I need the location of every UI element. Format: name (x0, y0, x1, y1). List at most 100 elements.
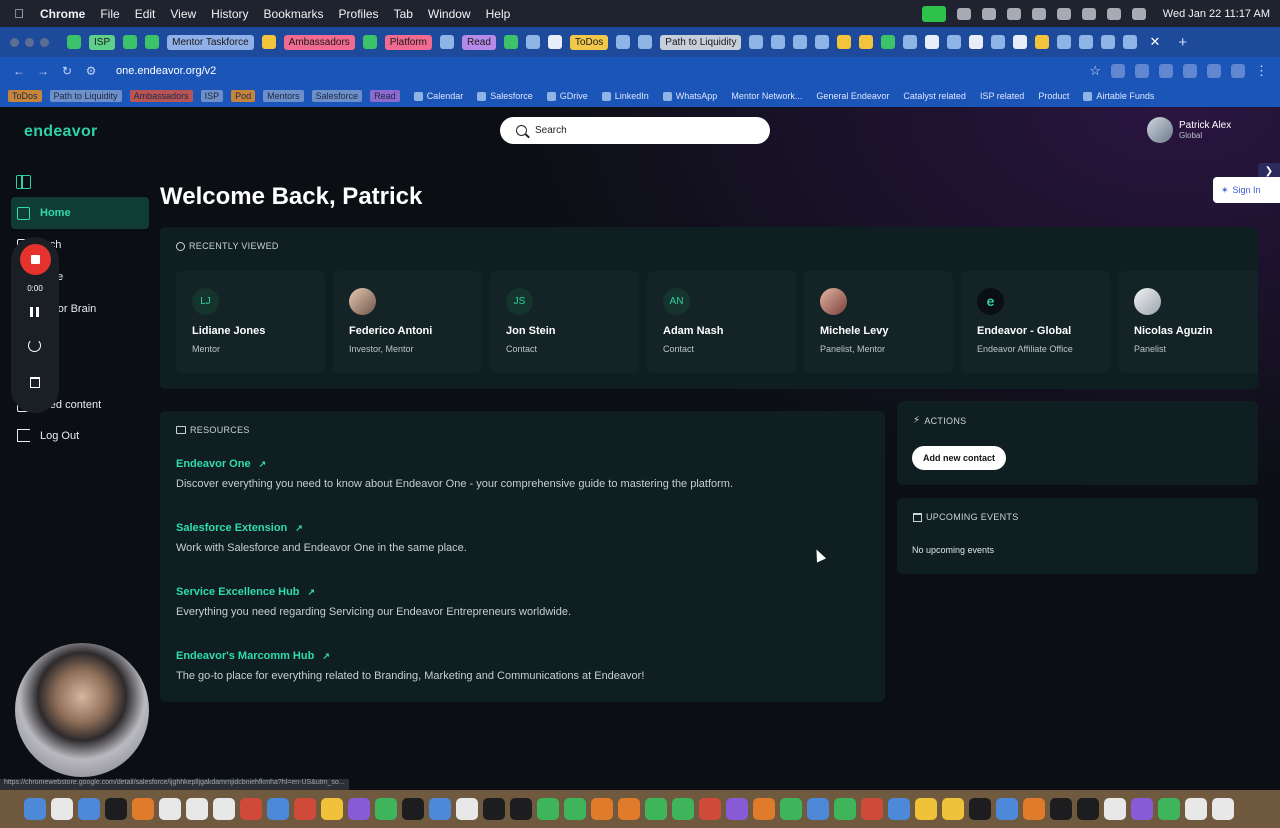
messages-icon[interactable] (564, 798, 586, 820)
tab-ambassadors[interactable]: Ambassadors (283, 34, 355, 50)
bookmark-whatsapp[interactable]: WhatsApp (662, 91, 717, 101)
tab-path-to-liquidity[interactable]: Path to Liquidity (660, 34, 742, 50)
app-icon[interactable] (591, 798, 613, 820)
x-icon[interactable] (402, 798, 424, 820)
sidebar-toggle-icon[interactable] (16, 175, 31, 189)
downloads-icon[interactable] (1185, 798, 1207, 820)
stop-recording-button[interactable] (20, 244, 51, 275)
tab-favicon[interactable] (503, 35, 518, 49)
launchpad-icon[interactable] (51, 798, 73, 820)
bookmark-folder[interactable]: Catalyst related (903, 91, 966, 101)
resource-link[interactable]: Salesforce Extension ↗ (176, 522, 467, 534)
tab-favicon[interactable] (881, 35, 896, 49)
pause-icon[interactable] (30, 307, 39, 317)
zoom-icon[interactable] (429, 798, 451, 820)
tab-favicon[interactable] (1101, 35, 1116, 49)
endeavor-logo[interactable]: endeavor (24, 123, 98, 141)
restart-icon[interactable] (28, 339, 41, 352)
status-icon[interactable] (981, 7, 996, 20)
extension-icon[interactable] (1183, 64, 1197, 78)
extension-icon[interactable] (1159, 64, 1173, 78)
tab-favicon[interactable] (815, 35, 830, 49)
tab-favicon[interactable] (771, 35, 786, 49)
tab-favicon[interactable] (123, 35, 138, 49)
tab-google[interactable] (925, 35, 940, 49)
extension-icon[interactable] (1135, 64, 1149, 78)
bookmark-salesforce[interactable]: Salesforce (311, 90, 363, 102)
tab-whatsapp[interactable] (67, 35, 81, 49)
bookmark-folder[interactable]: Product (1038, 91, 1069, 101)
close-window-icon[interactable] (10, 37, 19, 47)
menu-file[interactable]: File (100, 7, 119, 21)
tab-isp[interactable]: ISP (89, 34, 116, 50)
tab-favicon[interactable] (1123, 35, 1138, 49)
new-tab-icon[interactable]: + (1178, 34, 1187, 51)
tab-salesforce[interactable] (1057, 35, 1072, 49)
resource-link[interactable]: Endeavor's Marcomm Hub ↗ (176, 650, 644, 662)
menu-bookmarks[interactable]: Bookmarks (264, 7, 324, 21)
add-new-contact-button[interactable]: Add new contact (912, 446, 1007, 470)
app-icon[interactable] (942, 798, 964, 820)
music-icon[interactable] (699, 798, 721, 820)
finder-icon[interactable] (24, 798, 46, 820)
sidebar-item-home[interactable]: Home (11, 197, 149, 229)
bookmark-ambassadors[interactable]: Ambassadors (129, 90, 193, 102)
tab-favicon[interactable] (969, 35, 984, 49)
status-icon[interactable] (956, 7, 971, 20)
recent-card[interactable]: Nicolas Aguzin Panelist (1118, 271, 1258, 373)
tab-favicon[interactable] (859, 35, 874, 49)
bookmark-folder[interactable]: General Endeavor (816, 91, 889, 101)
tab-favicon[interactable] (793, 35, 808, 49)
notion-icon[interactable] (456, 798, 478, 820)
logout-button[interactable]: Log Out (17, 429, 79, 442)
whatsapp-icon[interactable] (375, 798, 397, 820)
calendar-icon[interactable] (186, 798, 208, 820)
app-icon[interactable] (618, 798, 640, 820)
notes-icon[interactable] (915, 798, 937, 820)
user-profile[interactable]: Patrick Alex Global (1147, 117, 1231, 143)
acrobat-icon[interactable] (294, 798, 316, 820)
bookmark-todos[interactable]: ToDos (8, 90, 42, 102)
menubar-clock[interactable]: Wed Jan 22 11:17 AM (1163, 8, 1270, 20)
bookmark-linkedin[interactable]: LinkedIn (601, 91, 649, 101)
facetime-icon[interactable] (537, 798, 559, 820)
back-icon[interactable]: ← (10, 64, 28, 78)
bookmark-path-to-liquidity[interactable]: Path to Liquidity (49, 90, 122, 102)
menu-window[interactable]: Window (428, 7, 471, 21)
spotify-icon[interactable] (645, 798, 667, 820)
menu-tab[interactable]: Tab (394, 7, 413, 21)
bookmark-isp[interactable]: ISP (200, 90, 224, 102)
signin-button[interactable]: ✶ Sign In (1213, 177, 1280, 203)
bookmark-airtable-funds[interactable]: Airtable Funds (1083, 91, 1154, 101)
app-icon[interactable] (105, 798, 127, 820)
app-icon[interactable] (213, 798, 235, 820)
menu-history[interactable]: History (211, 7, 248, 21)
slack-icon[interactable] (348, 798, 370, 820)
menu-app-name[interactable]: Chrome (40, 7, 85, 21)
menu-help[interactable]: Help (486, 7, 511, 21)
recent-card[interactable]: Michele Levy Panelist, Mentor (804, 271, 953, 373)
control-center-icon[interactable] (1131, 7, 1146, 20)
tab-favicon[interactable] (362, 35, 377, 49)
status-icon[interactable] (1006, 7, 1021, 20)
numbers-icon[interactable] (780, 798, 802, 820)
recent-card[interactable]: e Endeavor - Global Endeavor Affiliate O… (961, 271, 1110, 373)
recent-card[interactable]: JS Jon Stein Contact (490, 271, 639, 373)
tab-read[interactable]: Read (462, 34, 496, 50)
app-icon[interactable] (753, 798, 775, 820)
excel-icon[interactable] (834, 798, 856, 820)
wifi-icon[interactable] (1081, 7, 1096, 20)
app-store-icon[interactable] (267, 798, 289, 820)
recent-card[interactable]: AN Adam Nash Contact (647, 271, 796, 373)
tab-favicon[interactable] (837, 35, 852, 49)
tab-favicon[interactable] (547, 35, 562, 49)
extension-icon[interactable] (1111, 64, 1125, 78)
menu-edit[interactable]: Edit (135, 7, 156, 21)
tab-mentor-taskforce[interactable]: Mentor Taskforce (167, 34, 254, 50)
profile-avatar-icon[interactable] (1231, 64, 1245, 78)
apple-tv-icon[interactable] (1050, 798, 1072, 820)
bookmark-pod[interactable]: Pod (231, 90, 256, 102)
word-icon[interactable] (888, 798, 910, 820)
tab-platform[interactable]: Platform (384, 34, 433, 50)
app-icon[interactable] (159, 798, 181, 820)
